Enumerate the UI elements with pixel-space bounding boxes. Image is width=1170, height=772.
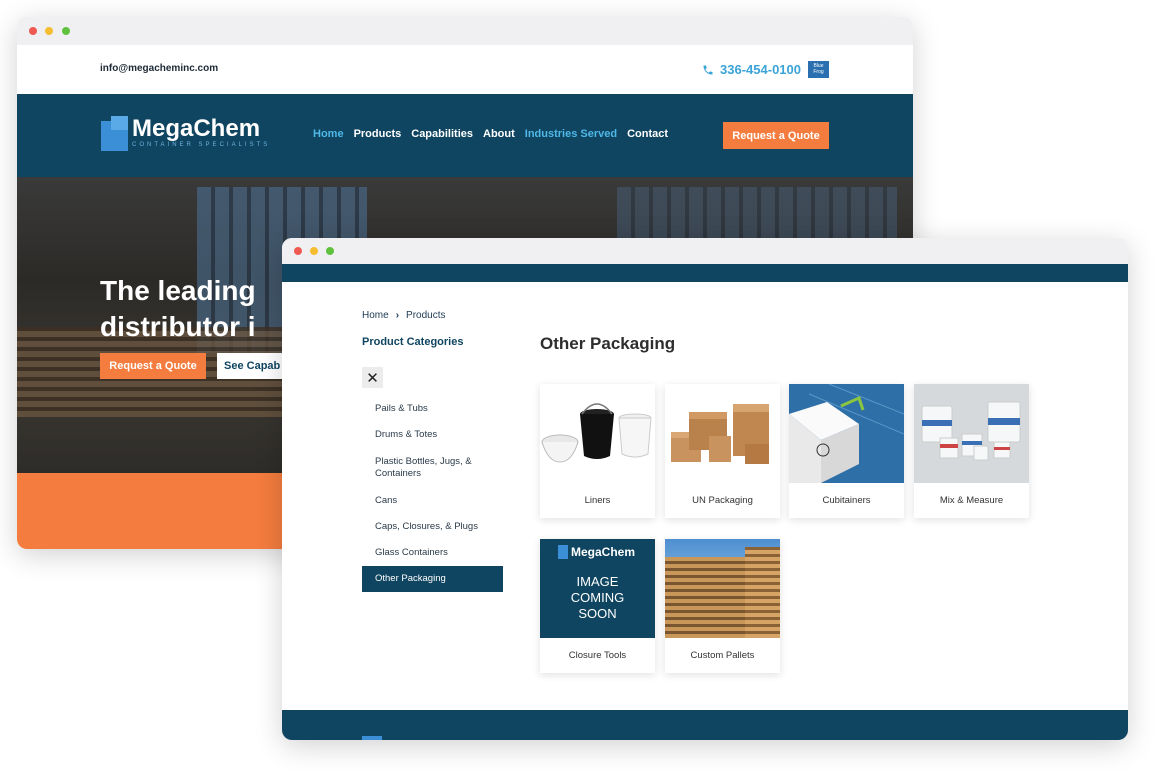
category-list: Pails & Tubs Drums & Totes Plastic Bottl…: [362, 396, 503, 592]
nav-about[interactable]: About: [483, 128, 515, 140]
tubs-image: [914, 384, 1029, 483]
phone-number: 336-454-0100: [720, 62, 801, 77]
category-item[interactable]: Plastic Bottles, Jugs, & Containers: [362, 448, 503, 488]
nav-contact[interactable]: Contact: [627, 128, 668, 140]
phone-link[interactable]: 336-454-0100: [702, 62, 801, 77]
category-item[interactable]: Drums & Totes: [362, 422, 503, 448]
close-icon[interactable]: ✕: [362, 367, 383, 388]
placeholder-text: IMAGE: [576, 574, 619, 589]
category-item[interactable]: Glass Containers: [362, 540, 503, 566]
product-card-liners[interactable]: Liners: [540, 384, 655, 518]
placeholder-brand: MegaChem: [571, 545, 636, 559]
footer-logo[interactable]: [362, 736, 382, 740]
product-label: Custom Pallets: [690, 650, 755, 661]
page-title: Other Packaging: [540, 334, 676, 353]
hero-title-line: distributor i: [100, 311, 256, 342]
logo-mark-icon: [101, 116, 128, 151]
request-quote-button[interactable]: Request a Quote: [723, 122, 829, 149]
cubitainer-image: [789, 384, 904, 483]
product-label: Cubitainers: [822, 495, 871, 506]
close-dot[interactable]: [294, 247, 302, 255]
product-card-mix-measure[interactable]: Mix & Measure: [914, 384, 1029, 518]
liners-image: [540, 384, 655, 483]
breadcrumb-home[interactable]: Home: [362, 310, 389, 321]
category-item[interactable]: Cans: [362, 488, 503, 514]
blue-frog-badge[interactable]: Blue Frog: [808, 61, 829, 78]
header-bar: [282, 264, 1128, 282]
hero-request-quote-button[interactable]: Request a Quote: [100, 353, 206, 379]
nav-capabilities[interactable]: Capabilities: [411, 128, 473, 140]
logo-name: MegaChem: [132, 115, 261, 142]
placeholder-text: COMING: [570, 590, 625, 605]
product-card-cubitainers[interactable]: Cubitainers: [789, 384, 904, 518]
hero-title-line: The leading: [100, 275, 256, 306]
product-card-custom-pallets[interactable]: Custom Pallets: [665, 539, 780, 673]
boxes-image: [665, 384, 780, 483]
nav-industries-served[interactable]: Industries Served: [525, 128, 617, 140]
product-label: Liners: [584, 495, 611, 506]
footer: [282, 710, 1128, 740]
pallets-image: [665, 539, 780, 638]
category-item[interactable]: Caps, Closures, & Plugs: [362, 514, 503, 540]
email-link[interactable]: info@megacheminc.com: [100, 63, 218, 74]
placeholder-image: MegaChem IMAGE COMING SOON: [540, 539, 655, 638]
top-bar: info@megacheminc.com 336-454-0100 Blue F…: [17, 45, 913, 94]
product-label: Closure Tools: [568, 650, 627, 661]
category-title: Product Categories: [362, 336, 464, 348]
category-item-selected[interactable]: Other Packaging: [362, 566, 503, 592]
placeholder-text: SOON: [578, 606, 617, 621]
phone-icon: [703, 65, 713, 74]
product-card-closure-tools[interactable]: MegaChem IMAGE COMING SOON Closure Tools: [540, 539, 655, 673]
products-window: Home › Products Product Categories ✕ Pai…: [282, 238, 1128, 740]
nav-home[interactable]: Home: [313, 128, 344, 140]
breadcrumb: Home › Products: [362, 310, 446, 321]
window-chrome: [282, 238, 1128, 264]
maximize-dot[interactable]: [62, 27, 70, 35]
megachem-logo[interactable]: MegaChem CONTAINER SPECIALISTS: [101, 116, 270, 151]
window-chrome: [17, 17, 913, 45]
close-dot[interactable]: [29, 27, 37, 35]
minimize-dot[interactable]: [45, 27, 53, 35]
minimize-dot[interactable]: [310, 247, 318, 255]
nav-menu: Home Products Capabilities About Industr…: [313, 128, 668, 140]
category-item[interactable]: Pails & Tubs: [362, 396, 503, 422]
nav-products[interactable]: Products: [354, 128, 402, 140]
logo-mark-icon: [558, 545, 568, 559]
main-nav: MegaChem CONTAINER SPECIALISTS Home Prod…: [17, 94, 913, 177]
product-label: UN Packaging: [692, 495, 753, 506]
product-card-un-packaging[interactable]: UN Packaging: [665, 384, 780, 518]
product-label: Mix & Measure: [939, 495, 1004, 506]
maximize-dot[interactable]: [326, 247, 334, 255]
logo-tagline: CONTAINER SPECIALISTS: [132, 142, 271, 148]
breadcrumb-products[interactable]: Products: [406, 310, 445, 321]
chevron-right-icon: ›: [395, 310, 400, 321]
hero-title: The leading distributor i: [100, 273, 256, 345]
